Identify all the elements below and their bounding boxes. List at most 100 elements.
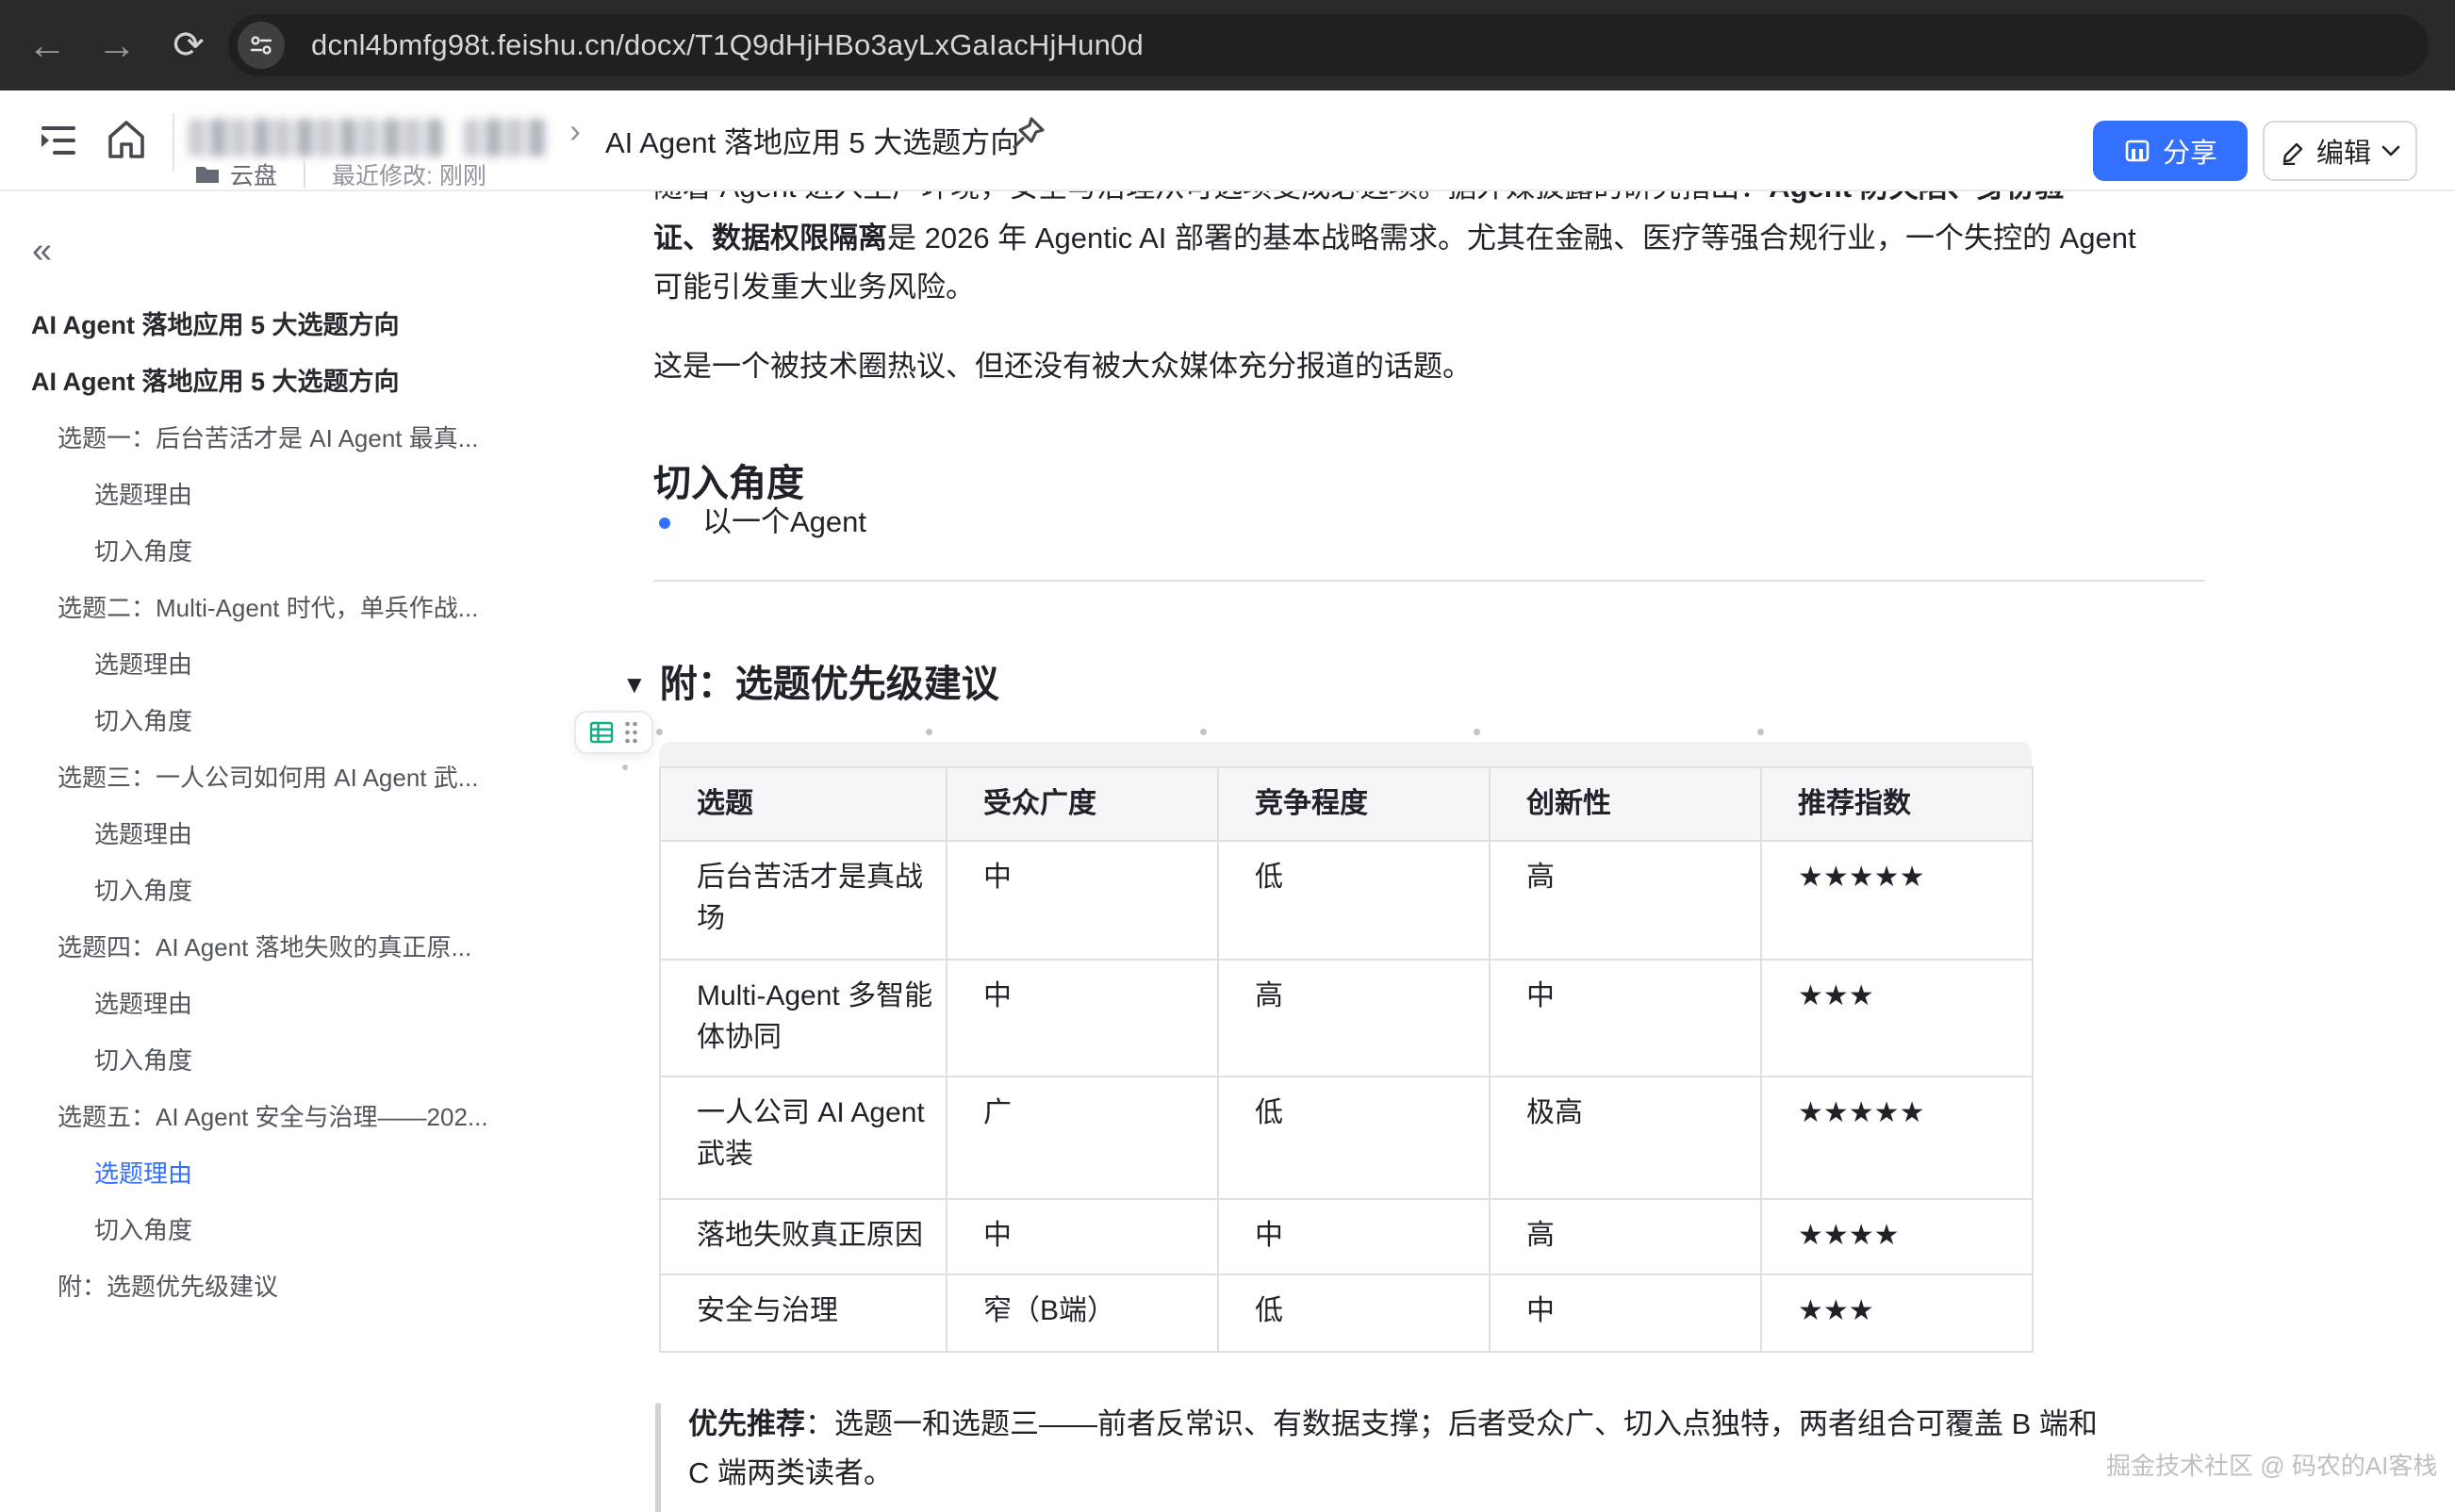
collapse-sidebar-icon[interactable]: « xyxy=(32,233,52,269)
browser-back-icon[interactable]: ← xyxy=(17,0,77,90)
site-settings-icon[interactable] xyxy=(238,22,285,69)
outline-item-topic2-reason[interactable]: 选题理由 xyxy=(0,636,528,693)
share-button[interactable]: 分享 xyxy=(2093,121,2248,181)
table-toolbar-pill[interactable] xyxy=(574,711,653,754)
edit-button[interactable]: 编辑 xyxy=(2263,121,2417,181)
cell[interactable]: 落地失败真正原因 xyxy=(660,1199,947,1274)
cell[interactable]: 中 xyxy=(947,841,1218,960)
col-header-topic[interactable]: 选题 xyxy=(660,767,947,841)
table-header-row: 选题 受众广度 竞争程度 创新性 推荐指数 xyxy=(660,767,2033,841)
cell[interactable]: 低 xyxy=(1218,841,1490,960)
table-row: Multi-Agent 多智能体协同 中 高 中 ★★★ xyxy=(660,960,2033,1076)
column-handle-dot[interactable] xyxy=(656,729,663,735)
outline-item-appendix[interactable]: 附：选题优先级建议 xyxy=(0,1258,528,1315)
column-handle-dot[interactable] xyxy=(1200,729,1207,735)
paragraph-clipped-line: 随着 Agent 进入生产环境，安全与治理从可选项变成必选项。据外媒披露的研究指… xyxy=(653,191,2426,212)
outline-toggle-icon[interactable] xyxy=(34,117,81,164)
outline-item-doc-title[interactable]: AI Agent 落地应用 5 大选题方向 xyxy=(0,297,528,353)
column-handle-dot[interactable] xyxy=(926,729,932,735)
table-row: 安全与治理 窄（B端） 低 中 ★★★ xyxy=(660,1274,2033,1352)
row-handle-dot[interactable] xyxy=(622,764,628,770)
document-title[interactable]: AI Agent 落地应用 5 大选题方向 xyxy=(605,119,1019,161)
table-row: 后台苦活才是真战场 中 低 高 ★★★★★ xyxy=(660,841,2033,960)
browser-forward-icon[interactable]: → xyxy=(87,0,147,90)
heading-appendix: 附：选题优先级建议 xyxy=(660,657,999,712)
document-meta: 云盘 最近修改: 刚刚 xyxy=(194,160,486,189)
cell[interactable]: 中 xyxy=(1490,1274,1761,1352)
screenshot-root: ← → ⟳ dcnl4bmfg98t.feishu.cn/docx/T1Q9dH… xyxy=(0,0,2455,1512)
cell-rating[interactable]: ★★★★ xyxy=(1761,1199,2033,1274)
outline-item-topic3[interactable]: 选题三：一人公司如何用 AI Agent 武... xyxy=(0,749,528,806)
table-grid-icon xyxy=(588,719,615,746)
cell-rating[interactable]: ★★★★★ xyxy=(1761,1076,2033,1199)
document-canvas: 随着 Agent 进入生产环境，安全与治理从可选项变成必选项。据外媒披露的研究指… xyxy=(566,191,2455,1512)
cell[interactable]: 高 xyxy=(1490,841,1761,960)
col-header-rating[interactable]: 推荐指数 xyxy=(1761,767,2033,841)
outline-item-topic4-angle[interactable]: 切入角度 xyxy=(0,1032,528,1089)
cell[interactable]: 高 xyxy=(1218,960,1490,1076)
column-handle-dot[interactable] xyxy=(1757,729,1764,735)
cell-rating[interactable]: ★★★ xyxy=(1761,960,2033,1076)
pin-icon[interactable] xyxy=(1007,113,1048,155)
share-icon xyxy=(2123,137,2151,165)
column-handle-dot[interactable] xyxy=(1474,729,1480,735)
outline-list: AI Agent 落地应用 5 大选题方向 AI Agent 落地应用 5 大选… xyxy=(0,297,566,1315)
horizontal-divider xyxy=(653,580,2205,582)
cell[interactable]: Multi-Agent 多智能体协同 xyxy=(660,960,947,1076)
outline-item-h1[interactable]: AI Agent 落地应用 5 大选题方向 xyxy=(0,353,528,410)
bullet-item: 以一个Agent xyxy=(659,501,866,544)
cell[interactable]: 低 xyxy=(1218,1076,1490,1199)
chevron-down-icon xyxy=(2381,144,2401,157)
cell[interactable]: 中 xyxy=(1490,960,1761,1076)
bullet-text: 以一个Agent xyxy=(702,501,866,544)
cell[interactable]: 中 xyxy=(1218,1199,1490,1274)
table-top-strip xyxy=(659,742,2032,766)
breadcrumb-redacted-2[interactable] xyxy=(464,119,547,156)
cell[interactable]: 后台苦活才是真战场 xyxy=(660,841,947,960)
breadcrumb-redacted[interactable] xyxy=(189,119,445,156)
drive-location-label[interactable]: 云盘 xyxy=(230,157,277,191)
outline-item-topic5[interactable]: 选题五：AI Agent 安全与治理——202... xyxy=(0,1089,528,1145)
cell[interactable]: 中 xyxy=(947,960,1218,1076)
outline-item-topic3-reason[interactable]: 选题理由 xyxy=(0,806,528,863)
table-row: 一人公司 AI Agent 武装 广 低 极高 ★★★★★ xyxy=(660,1076,2033,1199)
outline-item-topic2[interactable]: 选题二：Multi-Agent 时代，单兵作战... xyxy=(0,580,528,636)
outline-item-topic4-reason[interactable]: 选题理由 xyxy=(0,976,528,1032)
cell-rating[interactable]: ★★★ xyxy=(1761,1274,2033,1352)
cell[interactable]: 中 xyxy=(947,1199,1218,1274)
cell[interactable]: 一人公司 AI Agent 武装 xyxy=(660,1076,947,1199)
cell[interactable]: 高 xyxy=(1490,1199,1761,1274)
quote-left-bar xyxy=(655,1403,661,1512)
browser-toolbar: ← → ⟳ dcnl4bmfg98t.feishu.cn/docx/T1Q9dH… xyxy=(0,0,2455,90)
bullet-dot-icon xyxy=(659,518,670,529)
heading-appendix-row: ▼ 附：选题优先级建议 xyxy=(622,657,999,712)
browser-reload-icon[interactable]: ⟳ xyxy=(158,0,219,90)
cell[interactable]: 极高 xyxy=(1490,1076,1761,1199)
url-bar[interactable]: dcnl4bmfg98t.feishu.cn/docx/T1Q9dHjHBo3a… xyxy=(228,14,2429,76)
url-text: dcnl4bmfg98t.feishu.cn/docx/T1Q9dHjHBo3a… xyxy=(311,28,1144,62)
col-header-audience[interactable]: 受众广度 xyxy=(947,767,1218,841)
breadcrumb-chevron-icon: › xyxy=(569,111,581,151)
col-header-competition[interactable]: 竞争程度 xyxy=(1218,767,1490,841)
cell-rating[interactable]: ★★★★★ xyxy=(1761,841,2033,960)
outline-item-topic4[interactable]: 选题四：AI Agent 落地失败的真正原... xyxy=(0,919,528,976)
home-icon[interactable] xyxy=(102,115,151,164)
outline-item-topic1[interactable]: 选题一：后台苦活才是 AI Agent 最真... xyxy=(0,410,528,467)
outline-item-topic2-angle[interactable]: 切入角度 xyxy=(0,693,528,749)
outline-item-topic5-angle[interactable]: 切入角度 xyxy=(0,1202,528,1258)
col-header-novelty[interactable]: 创新性 xyxy=(1490,767,1761,841)
priority-table[interactable]: 选题 受众广度 竞争程度 创新性 推荐指数 后台苦活才是真战场 中 低 高 ★★… xyxy=(659,766,2034,1353)
cell[interactable]: 窄（B端） xyxy=(947,1274,1218,1352)
cell[interactable]: 低 xyxy=(1218,1274,1490,1352)
outline-item-topic5-reason-active[interactable]: 选题理由 xyxy=(0,1145,528,1202)
outline-sidebar: « AI Agent 落地应用 5 大选题方向 AI Agent 落地应用 5 … xyxy=(0,191,566,1512)
outline-item-topic1-angle[interactable]: 切入角度 xyxy=(0,523,528,580)
collapse-triangle-icon[interactable]: ▼ xyxy=(622,670,647,699)
cell[interactable]: 安全与治理 xyxy=(660,1274,947,1352)
header-divider xyxy=(173,113,174,172)
drive-folder-icon xyxy=(194,163,221,186)
outline-item-topic3-angle[interactable]: 切入角度 xyxy=(0,863,528,919)
cell[interactable]: 广 xyxy=(947,1076,1218,1199)
outline-item-topic1-reason[interactable]: 选题理由 xyxy=(0,467,528,523)
last-modified-label: 最近修改: 刚刚 xyxy=(332,157,486,191)
